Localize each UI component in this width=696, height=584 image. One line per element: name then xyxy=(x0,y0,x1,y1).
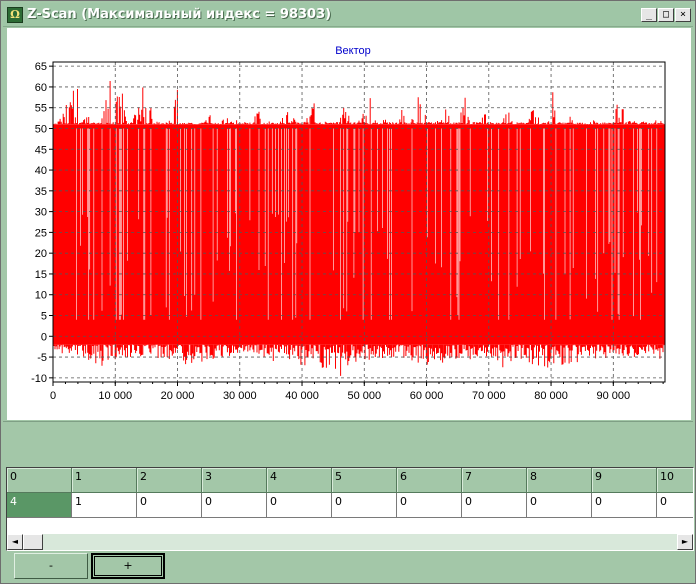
grid-cell[interactable]: 0 xyxy=(267,493,332,518)
grid-cell-selected[interactable]: 4 xyxy=(7,493,72,518)
x-tick-label: 70 000 xyxy=(472,390,506,402)
grid-cell[interactable]: 0 xyxy=(137,493,202,518)
y-tick-label: 10 xyxy=(35,290,47,302)
y-tick-label: 60 xyxy=(35,82,47,94)
window-title: Z-Scan (Максимальный индекс = 98303) xyxy=(27,7,332,22)
main-window: Ω Z-Scan (Максимальный индекс = 98303) _… xyxy=(0,0,696,584)
app-icon[interactable]: Ω xyxy=(7,7,23,23)
y-tick-label: 15 xyxy=(35,269,47,281)
plus-button[interactable]: + xyxy=(91,553,165,579)
grid-header-cell[interactable]: 10 xyxy=(657,468,693,493)
empty-panel xyxy=(3,421,693,465)
y-tick-label: 65 xyxy=(35,61,47,73)
grid-header-cell[interactable]: 8 xyxy=(527,468,592,493)
y-tick-label: 0 xyxy=(41,331,47,343)
horizontal-scrollbar[interactable]: ◄ ► xyxy=(7,534,693,550)
y-tick-label: 45 xyxy=(35,144,47,156)
y-tick-label: 30 xyxy=(35,207,47,219)
x-tick-label: 30 000 xyxy=(223,390,257,402)
y-tick-label: 25 xyxy=(35,227,47,239)
x-tick-label: 90 000 xyxy=(596,390,630,402)
grid-header-cell[interactable]: 2 xyxy=(137,468,202,493)
grid-header-cell[interactable]: 5 xyxy=(332,468,397,493)
grid-cell[interactable]: 0 xyxy=(657,493,693,518)
grid-cell[interactable]: 0 xyxy=(592,493,657,518)
grid-header-cell[interactable]: 0 xyxy=(7,468,72,493)
y-tick-label: 5 xyxy=(41,311,47,323)
grid-cell[interactable]: 0 xyxy=(202,493,267,518)
data-grid[interactable]: 0 1 2 3 4 5 6 7 8 9 10 4 1 0 0 0 0 0 0 0… xyxy=(6,467,694,551)
grid-header-cell[interactable]: 3 xyxy=(202,468,267,493)
y-tick-label: 50 xyxy=(35,123,47,135)
grid-cell[interactable]: 0 xyxy=(527,493,592,518)
minimize-button[interactable]: _ xyxy=(641,8,657,22)
x-tick-label: 50 000 xyxy=(347,390,381,402)
scroll-left-icon[interactable]: ◄ xyxy=(7,534,23,550)
grid-data-row: 4 1 0 0 0 0 0 0 0 0 0 xyxy=(7,493,693,518)
grid-header-cell[interactable]: 1 xyxy=(72,468,137,493)
x-tick-label: 0 xyxy=(50,390,56,402)
minus-button[interactable]: - xyxy=(14,553,88,579)
grid-cell[interactable]: 0 xyxy=(462,493,527,518)
y-tick-label: -10 xyxy=(31,373,47,385)
title-bar[interactable]: Ω Z-Scan (Максимальный индекс = 98303) _… xyxy=(3,3,693,27)
x-tick-label: 40 000 xyxy=(285,390,319,402)
x-tick-label: 10 000 xyxy=(98,390,132,402)
chart-title: Вектор xyxy=(335,45,371,57)
y-tick-label: -5 xyxy=(37,352,47,364)
grid-header-cell[interactable]: 4 xyxy=(267,468,332,493)
close-button[interactable]: × xyxy=(675,8,691,22)
grid-header-cell[interactable]: 6 xyxy=(397,468,462,493)
y-tick-label: 55 xyxy=(35,103,47,115)
grid-cell[interactable]: 0 xyxy=(397,493,462,518)
grid-header-cell[interactable]: 9 xyxy=(592,468,657,493)
x-tick-label: 20 000 xyxy=(161,390,195,402)
maximize-button[interactable]: □ xyxy=(658,8,674,22)
scroll-right-icon[interactable]: ► xyxy=(677,534,693,550)
y-tick-label: 20 xyxy=(35,248,47,260)
grid-cell[interactable]: 0 xyxy=(332,493,397,518)
grid-header-row: 0 1 2 3 4 5 6 7 8 9 10 xyxy=(7,468,693,493)
y-tick-label: 35 xyxy=(35,186,47,198)
grid-cell[interactable]: 1 xyxy=(72,493,137,518)
grid-header-cell[interactable]: 7 xyxy=(462,468,527,493)
y-tick-label: 40 xyxy=(35,165,47,177)
chart-panel: Вектор -10 -5 0 5 10 15 20 25 30 35 40 45 50 55 60 65 0 10… xyxy=(7,28,691,420)
vector-chart: Вектор -10 -5 0 5 10 15 20 25 30 35 40 45 50 55 60 65 0 10… xyxy=(31,45,666,402)
scroll-thumb[interactable] xyxy=(23,534,43,550)
x-tick-label: 60 000 xyxy=(410,390,444,402)
x-tick-label: 80 000 xyxy=(534,390,568,402)
